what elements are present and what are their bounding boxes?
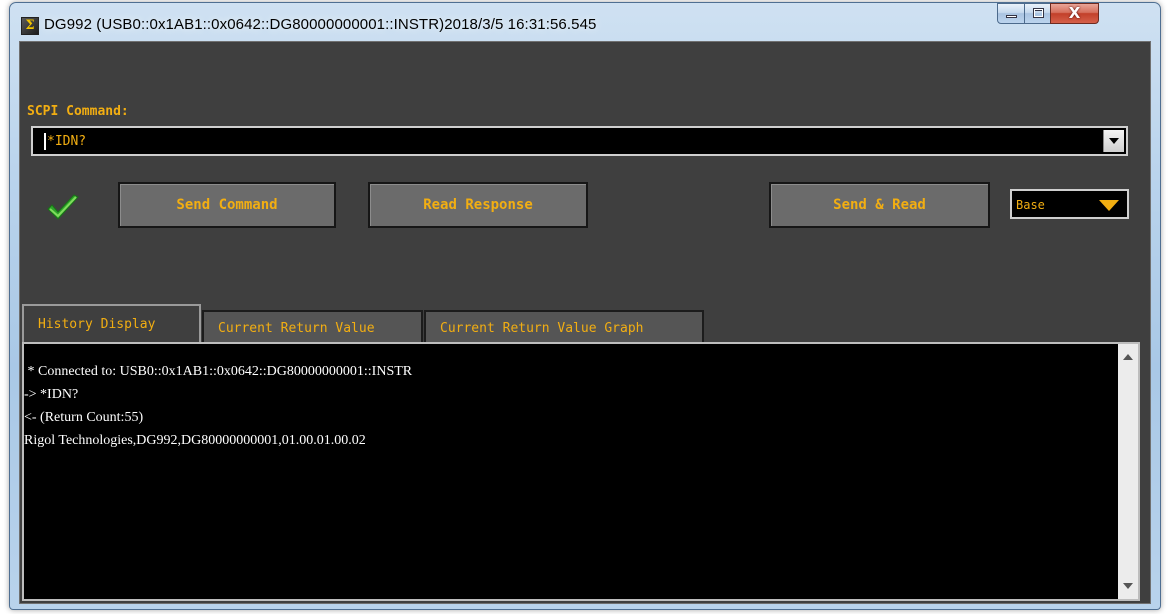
send-and-read-button[interactable]: Send & Read [769,182,990,228]
minimize-button[interactable] [997,3,1025,24]
close-button[interactable]: X [1050,3,1099,24]
history-line: Rigol Technologies,DG992,DG80000000001,0… [24,433,366,448]
title-bar[interactable]: Σ DG992 (USB0::0x1AB1::0x0642::DG8000000… [10,3,1160,41]
tab-current-return-value-graph[interactable]: Current Return Value Graph [424,310,704,342]
scroll-up-icon[interactable] [1123,354,1133,360]
text-caret [44,133,46,150]
base-select-value: Base [1016,198,1045,212]
window-title: DG992 (USB0::0x1AB1::0x0642::DG800000000… [44,16,597,33]
tab-current-return-value[interactable]: Current Return Value [202,310,423,342]
history-line: -> *IDN? [24,387,79,402]
scroll-down-icon[interactable] [1123,583,1133,589]
send-command-button[interactable]: Send Command [118,182,336,228]
tab-history-display[interactable]: History Display [22,304,201,342]
chevron-down-icon [1099,200,1119,211]
sigma-app-icon[interactable]: Σ [21,17,39,35]
history-display-panel[interactable]: * Connected to: USB0::0x1AB1::0x0642::DG… [22,342,1140,601]
scpi-command-value[interactable]: *IDN? [47,134,86,149]
scpi-command-label: SCPI Command: [27,104,129,119]
history-scrollbar[interactable] [1118,344,1138,599]
scpi-command-input[interactable]: *IDN? [31,126,1128,156]
check-icon [47,194,79,220]
command-history-dropdown-button[interactable] [1103,130,1124,152]
base-select[interactable]: Base [1010,189,1129,219]
minimize-icon [1006,15,1017,18]
history-line: <- (Return Count:55) [24,410,144,425]
chevron-down-icon [1109,138,1119,144]
read-response-button[interactable]: Read Response [368,182,588,228]
maximize-button[interactable] [1024,3,1051,24]
close-icon: X [1068,4,1081,22]
history-log: * Connected to: USB0::0x1AB1::0x0642::DG… [24,360,1118,452]
maximize-icon [1033,8,1044,18]
history-line: * Connected to: USB0::0x1AB1::0x0642::DG… [24,364,413,379]
